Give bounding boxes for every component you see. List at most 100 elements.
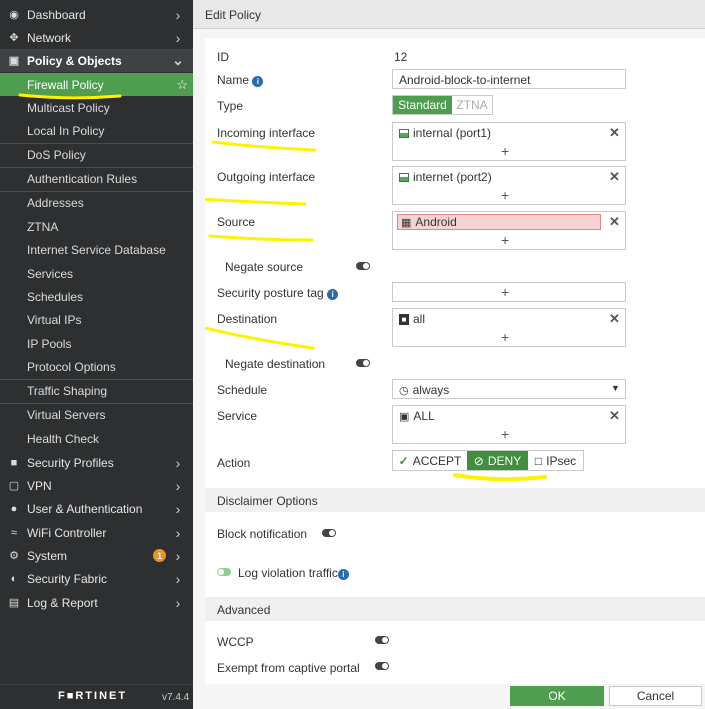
cancel-button[interactable]: Cancel bbox=[609, 686, 702, 706]
nav-policy-objects[interactable]: ▣ Policy & Objects ⌄ bbox=[0, 49, 193, 72]
action-ipsec-option[interactable]: □ IPsec bbox=[528, 451, 583, 470]
add-icon[interactable]: + bbox=[501, 232, 509, 248]
remove-icon[interactable]: ✕ bbox=[609, 311, 620, 327]
annotation-underline bbox=[208, 234, 314, 242]
nav-network[interactable]: ✥ Network › bbox=[0, 26, 193, 49]
sidebar-item-multicast-policy[interactable]: Multicast Policy bbox=[0, 96, 193, 119]
ok-button[interactable]: OK bbox=[510, 686, 604, 706]
lock-icon: ■ bbox=[10, 456, 18, 469]
nav-label: Firewall Policy bbox=[27, 77, 104, 92]
outgoing-interface-field[interactable]: internet (port2) ✕ + bbox=[392, 166, 626, 205]
nav-label: DoS Policy bbox=[27, 148, 86, 162]
nav-system[interactable]: ⚙ System 1 › bbox=[0, 544, 193, 567]
add-icon[interactable]: + bbox=[501, 329, 509, 345]
add-icon[interactable]: + bbox=[501, 143, 509, 159]
incoming-interface-field[interactable]: internal (port1) ✕ + bbox=[392, 122, 626, 161]
service-label: Service bbox=[217, 409, 258, 423]
interface-icon bbox=[399, 172, 409, 182]
sidebar-item-dos-policy[interactable]: DoS Policy bbox=[0, 143, 193, 166]
info-icon[interactable]: i bbox=[337, 569, 349, 580]
nav-label: IP Pools bbox=[27, 336, 72, 351]
negate-destination-label: Negate destination bbox=[225, 357, 326, 371]
info-icon[interactable]: i bbox=[327, 289, 339, 300]
sidebar-item-traffic-shaping[interactable]: Traffic Shaping bbox=[0, 379, 193, 402]
nav-label: Schedules bbox=[27, 289, 84, 304]
sidebar-item-firewall-policy[interactable]: Firewall Policy ☆ bbox=[0, 73, 193, 96]
captive-portal-toggle[interactable] bbox=[375, 662, 389, 670]
source-value: Android bbox=[415, 215, 457, 229]
type-toggle: Standard ZTNA bbox=[392, 95, 493, 115]
id-label: ID bbox=[217, 50, 229, 64]
check-icon: ✓ bbox=[398, 453, 409, 468]
sidebar-item-protocol-options[interactable]: Protocol Options bbox=[0, 355, 193, 378]
schedule-select[interactable]: ◷ always ▼ bbox=[392, 379, 626, 399]
nav-wifi-controller[interactable]: ≈ WiFi Controller › bbox=[0, 521, 193, 544]
remove-icon[interactable]: ✕ bbox=[609, 169, 620, 185]
negate-source-toggle[interactable] bbox=[356, 262, 370, 270]
laptop-icon: □ bbox=[534, 453, 543, 468]
outgoing-interface-value: internet (port2) bbox=[413, 170, 492, 184]
notification-badge: 1 bbox=[153, 549, 166, 562]
destination-field[interactable]: ■ all ✕ + bbox=[392, 308, 626, 347]
incoming-interface-entry: internal (port1) bbox=[399, 126, 491, 140]
wccp-toggle[interactable] bbox=[375, 636, 389, 644]
nav-vpn[interactable]: ▢ VPN › bbox=[0, 474, 193, 497]
nav-label: VPN bbox=[27, 478, 52, 493]
remove-icon[interactable]: ✕ bbox=[609, 125, 620, 141]
remove-icon[interactable]: ✕ bbox=[609, 214, 620, 230]
name-label: Name i bbox=[217, 73, 264, 87]
chart-icon: ▤ bbox=[8, 597, 20, 609]
info-icon[interactable]: i bbox=[252, 76, 264, 87]
log-violation-toggle[interactable] bbox=[217, 568, 231, 576]
sidebar-item-ip-pools[interactable]: IP Pools bbox=[0, 332, 193, 355]
address-group-icon: ▦ bbox=[401, 216, 412, 229]
nav-security-fabric[interactable]: ◐ Security Fabric › bbox=[0, 567, 193, 590]
action-accept-label: ACCEPT bbox=[412, 453, 462, 468]
posture-tag-label-text: Security posture tag bbox=[217, 286, 324, 300]
posture-tag-field[interactable]: + bbox=[392, 282, 626, 302]
sidebar-item-internet-service-database[interactable]: Internet Service Database bbox=[0, 238, 193, 261]
star-icon[interactable]: ☆ bbox=[176, 77, 188, 93]
sidebar-item-authentication-rules[interactable]: Authentication Rules bbox=[0, 167, 193, 190]
chevron-right-icon: › bbox=[175, 29, 181, 46]
destination-entry: ■ all bbox=[399, 312, 425, 326]
sidebar-item-schedules[interactable]: Schedules bbox=[0, 285, 193, 308]
sidebar-item-addresses[interactable]: Addresses bbox=[0, 191, 193, 214]
nav-label: User & Authentication bbox=[27, 501, 143, 516]
remove-icon[interactable]: ✕ bbox=[609, 408, 620, 424]
sidebar-item-virtual-servers[interactable]: Virtual Servers bbox=[0, 403, 193, 426]
sidebar-item-health-check[interactable]: Health Check bbox=[0, 427, 193, 450]
clock-icon: ◷ bbox=[399, 384, 409, 397]
nav-log-report[interactable]: ▤ Log & Report › bbox=[0, 591, 193, 614]
fortinet-logo: F■RTINET bbox=[58, 690, 128, 702]
type-standard-option[interactable]: Standard bbox=[393, 96, 452, 114]
name-input[interactable]: Android-block-to-internet bbox=[392, 69, 626, 89]
footer-bar: OK Cancel bbox=[193, 684, 705, 709]
version-label: v7.4.4 bbox=[162, 692, 190, 703]
add-icon[interactable]: + bbox=[501, 187, 509, 203]
action-accept-option[interactable]: ✓ ACCEPT bbox=[393, 451, 467, 470]
nav-label: Log & Report bbox=[27, 595, 98, 610]
nav-dashboard[interactable]: ◉ Dashboard › bbox=[0, 3, 193, 26]
type-ztna-option[interactable]: ZTNA bbox=[452, 96, 492, 114]
schedule-value: always bbox=[412, 383, 450, 397]
add-icon[interactable]: + bbox=[501, 426, 509, 442]
disclaimer-section-header: Disclaimer Options bbox=[205, 488, 705, 512]
action-toggle: ✓ ACCEPT ⊘ DENY □ IPsec bbox=[392, 450, 584, 471]
source-field[interactable]: ▦ Android ✕ + bbox=[392, 211, 626, 250]
add-icon[interactable]: + bbox=[501, 284, 509, 300]
negate-destination-toggle[interactable] bbox=[356, 359, 370, 367]
nav-user-authentication[interactable]: ● User & Authentication › bbox=[0, 497, 193, 520]
block-notification-toggle[interactable] bbox=[322, 529, 336, 537]
chevron-right-icon: › bbox=[175, 594, 181, 611]
sidebar-item-local-in-policy[interactable]: Local In Policy bbox=[0, 119, 193, 142]
service-field[interactable]: ▣ ALL ✕ + bbox=[392, 405, 626, 444]
sidebar-item-ztna[interactable]: ZTNA bbox=[0, 215, 193, 238]
sidebar-item-services[interactable]: Services bbox=[0, 262, 193, 285]
chevron-right-icon: › bbox=[175, 477, 181, 494]
captive-portal-label: Exempt from captive portal bbox=[217, 661, 360, 675]
sidebar-item-virtual-ips[interactable]: Virtual IPs bbox=[0, 308, 193, 331]
nav-label: Virtual IPs bbox=[27, 312, 82, 327]
nav-security-profiles[interactable]: ■ Security Profiles › bbox=[0, 451, 193, 474]
action-deny-option[interactable]: ⊘ DENY bbox=[467, 451, 528, 470]
